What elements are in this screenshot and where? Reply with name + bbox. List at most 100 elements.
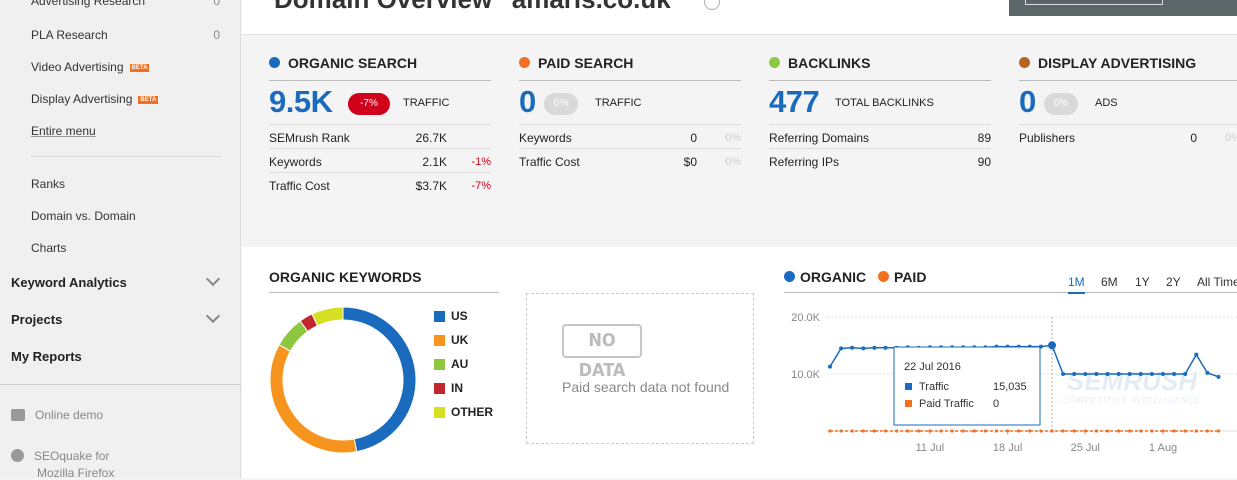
organic-data-point[interactable] — [1048, 341, 1056, 350]
metric-value[interactable]: 477 — [769, 84, 820, 120]
paid-data-point[interactable] — [950, 429, 954, 433]
paid-data-point[interactable] — [994, 429, 999, 433]
range-1m[interactable]: 1M — [1068, 275, 1085, 294]
paid-data-point[interactable] — [1050, 429, 1054, 433]
sidebar-section-my-reports[interactable]: My Reports — [11, 349, 82, 364]
seoquake-link[interactable]: SEOquake for — [11, 449, 109, 463]
chevron-down-icon[interactable] — [205, 271, 221, 287]
organic-data-point[interactable] — [1205, 370, 1210, 375]
organic-data-point[interactable] — [1116, 372, 1121, 376]
metric-row-value[interactable]: $0 — [684, 155, 697, 169]
range-all-time[interactable]: All Time — [1197, 275, 1237, 289]
sidebar-section-projects[interactable]: Projects — [11, 312, 62, 327]
paid-data-point[interactable] — [1216, 429, 1221, 433]
metric-title[interactable]: ORGANIC SEARCH — [269, 55, 417, 71]
metric-value[interactable]: 0 — [1019, 84, 1036, 120]
paid-data-point[interactable] — [1161, 429, 1165, 433]
metric-row-value[interactable]: 0 — [1190, 131, 1197, 145]
sidebar-item-video-advertising[interactable]: Video Advertising BETA — [31, 60, 150, 74]
paid-data-point[interactable] — [1205, 429, 1209, 433]
organic-data-point[interactable] — [1061, 372, 1066, 376]
organic-data-point[interactable] — [1216, 374, 1221, 379]
sidebar-item-display-advertising[interactable]: Display Advertising BETA — [31, 92, 159, 106]
paid-data-point[interactable] — [1061, 429, 1065, 433]
entire-menu-link[interactable]: Entire menu — [31, 124, 96, 138]
metric-row-value[interactable]: 90 — [978, 155, 991, 169]
paid-data-point[interactable] — [839, 429, 843, 433]
paid-data-point[interactable] — [906, 429, 910, 433]
paid-data-point[interactable] — [928, 429, 932, 433]
sidebar-item-domain-vs-domain[interactable]: Domain vs. Domain — [31, 209, 136, 223]
organic-data-point[interactable] — [839, 346, 844, 351]
organic-data-point[interactable] — [1149, 372, 1154, 376]
paid-data-point[interactable] — [861, 429, 865, 433]
donut-slice-uk[interactable] — [269, 344, 358, 454]
metric-row-value[interactable]: 2.1K — [422, 155, 447, 169]
donut-slice-other[interactable] — [311, 306, 344, 327]
paid-data-point[interactable] — [1006, 429, 1010, 433]
organic-data-point[interactable] — [1172, 372, 1177, 376]
paid-data-point[interactable] — [872, 429, 876, 433]
organic-data-point[interactable] — [883, 345, 888, 350]
organic-data-point[interactable] — [861, 346, 866, 351]
paid-data-point[interactable] — [983, 429, 987, 433]
paid-data-point[interactable] — [1194, 429, 1198, 433]
organic-data-point[interactable] — [828, 364, 832, 369]
range-6m[interactable]: 6M — [1101, 275, 1118, 289]
paid-data-point[interactable] — [1028, 429, 1032, 433]
paid-data-point[interactable] — [1017, 429, 1021, 433]
paid-data-point[interactable] — [961, 429, 965, 433]
paid-data-point[interactable] — [917, 429, 921, 433]
info-icon[interactable] — [704, 0, 720, 10]
paid-data-point[interactable] — [972, 429, 976, 433]
organic-data-point[interactable] — [1072, 372, 1077, 376]
metric-value[interactable]: 0 — [519, 84, 536, 120]
organic-data-point[interactable] — [850, 345, 855, 350]
metric-row-value[interactable]: $3.7K — [416, 179, 447, 193]
paid-data-point[interactable] — [1139, 429, 1143, 433]
organic-data-point[interactable] — [872, 345, 877, 350]
metric-title[interactable]: PAID SEARCH — [519, 55, 633, 71]
metric-row-value[interactable]: 89 — [978, 131, 991, 145]
paid-data-point[interactable] — [1117, 429, 1121, 433]
paid-data-point[interactable] — [850, 429, 854, 433]
online-demo-link[interactable]: Online demo — [11, 408, 103, 422]
paid-data-point[interactable] — [1183, 429, 1187, 433]
paid-data-point[interactable] — [828, 429, 832, 433]
organic-data-point[interactable] — [1183, 372, 1188, 376]
organic-data-point[interactable] — [1138, 372, 1143, 376]
metric-title[interactable]: DISPLAY ADVERTISING — [1019, 55, 1196, 71]
paid-data-point[interactable] — [1039, 429, 1043, 433]
range-1y[interactable]: 1Y — [1135, 275, 1150, 289]
organic-data-point[interactable] — [1194, 352, 1199, 357]
metric-row-value[interactable]: 0 — [690, 131, 697, 145]
paid-data-point[interactable] — [1172, 429, 1176, 433]
paid-data-point[interactable] — [895, 429, 899, 433]
legend-item-paid[interactable]: PAID — [878, 269, 926, 285]
paid-data-point[interactable] — [883, 429, 888, 433]
sidebar-section-keyword-analytics[interactable]: Keyword Analytics — [11, 275, 127, 290]
paid-data-point[interactable] — [1128, 429, 1132, 433]
sidebar-item-pla-research[interactable]: PLA Research — [31, 28, 108, 42]
chevron-down-icon[interactable] — [205, 308, 221, 324]
paid-data-point[interactable] — [1105, 429, 1110, 433]
organic-data-point[interactable] — [1161, 372, 1165, 376]
sidebar-item-ranks[interactable]: Ranks — [31, 177, 65, 191]
range-2y[interactable]: 2Y — [1166, 275, 1181, 289]
paid-data-point[interactable] — [1083, 429, 1087, 433]
header-input[interactable] — [1025, 0, 1163, 5]
organic-data-point[interactable] — [1105, 372, 1110, 376]
organic-data-point[interactable] — [1094, 372, 1099, 376]
metric-title[interactable]: BACKLINKS — [769, 55, 870, 71]
paid-data-point[interactable] — [1072, 429, 1076, 433]
legend-item-organic[interactable]: ORGANIC — [784, 269, 866, 285]
organic-data-point[interactable] — [1127, 372, 1132, 376]
metric-value[interactable]: 9.5K — [269, 84, 333, 120]
donut-slice-us[interactable] — [342, 306, 417, 453]
paid-data-point[interactable] — [1094, 429, 1098, 433]
paid-data-point[interactable] — [939, 429, 943, 433]
paid-data-point[interactable] — [1150, 429, 1154, 433]
organic-data-point[interactable] — [1083, 372, 1088, 376]
sidebar-item-advertising-research[interactable]: Advertising Research — [31, 0, 145, 8]
metric-row-value[interactable]: 26.7K — [416, 131, 447, 145]
